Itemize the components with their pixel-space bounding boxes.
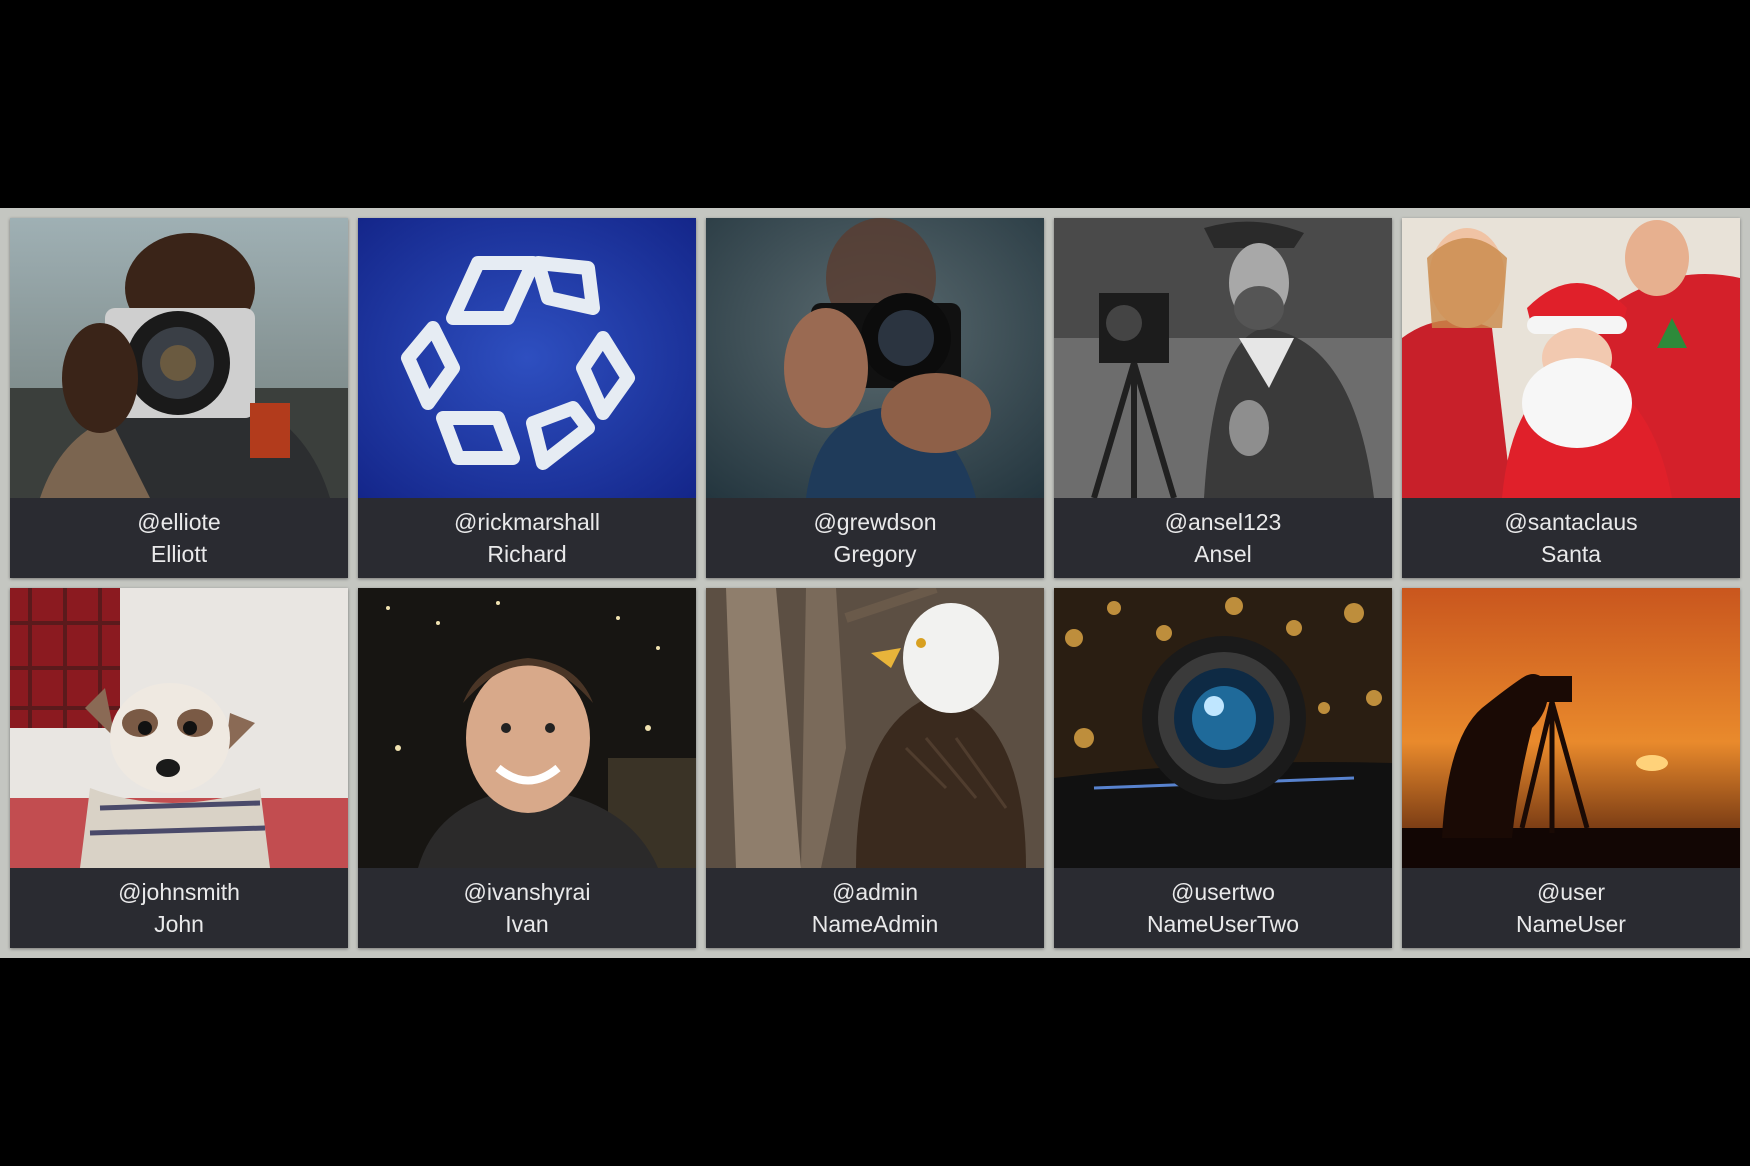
avatar-sunset-photographer-silhouette bbox=[1402, 588, 1740, 868]
avatar-recycle-symbol bbox=[358, 218, 696, 498]
user-caption: @ansel123 Ansel bbox=[1054, 498, 1392, 578]
user-name: NameUser bbox=[1516, 911, 1626, 937]
user-gallery-strip: @elliote Elliott @rickmarshall Richard @… bbox=[0, 208, 1750, 958]
avatar-dog-in-scarf bbox=[10, 588, 348, 868]
user-caption: @santaclaus Santa bbox=[1402, 498, 1740, 578]
user-handle: @elliote bbox=[137, 509, 221, 535]
user-handle: @grewdson bbox=[813, 509, 937, 535]
avatar-santa-with-friends bbox=[1402, 218, 1740, 498]
user-caption: @johnsmith John bbox=[10, 868, 348, 948]
user-name: Ansel bbox=[1194, 541, 1252, 567]
user-name: Elliott bbox=[150, 541, 208, 567]
user-handle: @santaclaus bbox=[1504, 509, 1638, 535]
user-handle: @johnsmith bbox=[118, 879, 240, 905]
user-handle: @ivanshyrai bbox=[463, 879, 591, 905]
user-card[interactable]: @elliote Elliott bbox=[10, 218, 348, 578]
avatar-camera-lens-bokeh bbox=[1054, 588, 1392, 868]
user-name: Santa bbox=[1540, 541, 1602, 567]
user-card[interactable]: @rickmarshall Richard bbox=[358, 218, 696, 578]
avatar-smiling-man-night bbox=[358, 588, 696, 868]
user-name: NameUserTwo bbox=[1146, 911, 1300, 937]
avatar-photographer-with-camera bbox=[10, 218, 348, 498]
user-caption: @admin NameAdmin bbox=[706, 868, 1044, 948]
user-caption: @elliote Elliott bbox=[10, 498, 348, 578]
user-caption: @ivanshyrai Ivan bbox=[358, 868, 696, 948]
user-card[interactable]: @ivanshyrai Ivan bbox=[358, 588, 696, 948]
user-handle: @rickmarshall bbox=[453, 509, 601, 535]
user-caption: @usertwo NameUserTwo bbox=[1054, 868, 1392, 948]
avatar-bald-eagle bbox=[706, 588, 1044, 868]
user-grid: @elliote Elliott @rickmarshall Richard @… bbox=[10, 218, 1740, 948]
user-card[interactable]: @user NameUser bbox=[1402, 588, 1740, 948]
user-name: NameAdmin bbox=[811, 911, 939, 937]
user-name: John bbox=[154, 911, 204, 937]
user-card[interactable]: @admin NameAdmin bbox=[706, 588, 1044, 948]
avatar-hands-holding-camera bbox=[706, 218, 1044, 498]
user-handle: @admin bbox=[832, 879, 918, 905]
user-name: Ivan bbox=[505, 911, 549, 937]
user-card[interactable]: @ansel123 Ansel bbox=[1054, 218, 1392, 578]
user-handle: @ansel123 bbox=[1164, 509, 1282, 535]
user-handle: @user bbox=[1536, 879, 1606, 905]
user-card[interactable]: @usertwo NameUserTwo bbox=[1054, 588, 1392, 948]
user-card[interactable]: @grewdson Gregory bbox=[706, 218, 1044, 578]
user-handle: @usertwo bbox=[1171, 879, 1275, 905]
user-name: Richard bbox=[487, 541, 567, 567]
user-caption: @user NameUser bbox=[1402, 868, 1740, 948]
user-name: Gregory bbox=[833, 541, 917, 567]
user-card[interactable]: @santaclaus Santa bbox=[1402, 218, 1740, 578]
user-caption: @grewdson Gregory bbox=[706, 498, 1044, 578]
avatar-vintage-photographer-bw bbox=[1054, 218, 1392, 498]
user-caption: @rickmarshall Richard bbox=[358, 498, 696, 578]
user-card[interactable]: @johnsmith John bbox=[10, 588, 348, 948]
